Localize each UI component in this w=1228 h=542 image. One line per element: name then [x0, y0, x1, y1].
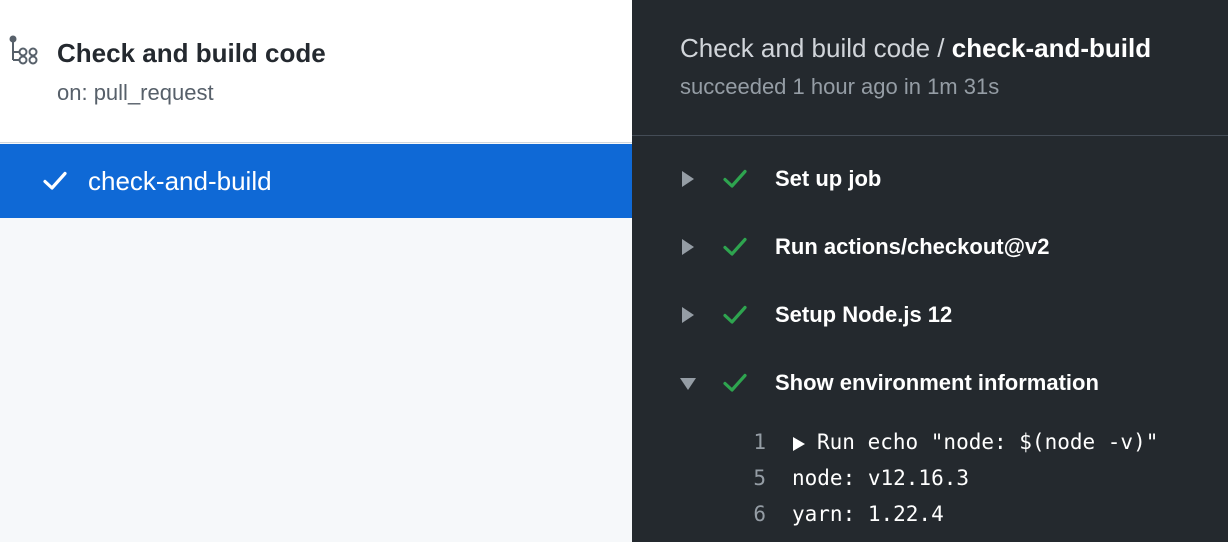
- log-line-text: yarn: 1.22.4: [792, 502, 944, 526]
- step-name: Run actions/checkout@v2: [775, 234, 1050, 259]
- job-log-panel: Check and build code / check-and-build s…: [632, 0, 1228, 542]
- log-line-text: Run echo "node: $(node -v)": [817, 430, 1159, 454]
- log-line: 5 node: v12.16.3: [632, 461, 1228, 497]
- log-line-number: 5: [753, 466, 766, 490]
- chevron-right-icon: [682, 307, 694, 323]
- expand-triangle-icon[interactable]: [792, 437, 806, 451]
- job-label: check-and-build: [88, 166, 272, 196]
- step-run-checkout[interactable]: Run actions/checkout@v2: [632, 224, 1228, 272]
- job-log-title: Check and build code / check-and-build: [680, 33, 1151, 64]
- chevron-right-icon: [682, 171, 694, 187]
- check-icon: [723, 373, 747, 392]
- log-line-number: 1: [753, 430, 766, 454]
- job-log-summary: succeeded 1 hour ago in 1m 31s: [680, 74, 1000, 99]
- job-log-separator: /: [930, 33, 952, 63]
- step-setup-node[interactable]: Setup Node.js 12: [632, 292, 1228, 340]
- step-name: Setup Node.js 12: [775, 302, 953, 327]
- check-icon: [723, 169, 747, 188]
- step-name: Show environment information: [775, 370, 1099, 395]
- job-log-workflow-name: Check and build code: [680, 33, 931, 63]
- job-log-job-name: check-and-build: [951, 33, 1152, 63]
- workflow-icon: [9, 35, 38, 65]
- chevron-right-icon: [682, 239, 694, 255]
- workflow-sidebar: Check and build code on: pull_request ch…: [0, 0, 632, 542]
- log-line-number: 6: [753, 502, 766, 526]
- workflow-trigger: on: pull_request: [57, 80, 214, 105]
- job-item-check-and-build[interactable]: check-and-build: [0, 144, 632, 218]
- chevron-down-icon: [680, 378, 696, 390]
- log-line: 6 yarn: 1.22.4: [632, 497, 1228, 533]
- log-line-text: node: v12.16.3: [792, 466, 970, 490]
- workflow-header: Check and build code on: pull_request: [0, 0, 632, 143]
- check-icon: [43, 171, 67, 190]
- job-log-header: Check and build code / check-and-build s…: [632, 0, 1228, 136]
- log-line[interactable]: 1 Run echo "node: $(node -v)": [632, 425, 1228, 461]
- step-name: Set up job: [775, 166, 882, 191]
- step-show-environment-information[interactable]: Show environment information: [632, 360, 1228, 408]
- check-icon: [723, 305, 747, 324]
- workflow-title: Check and build code: [57, 38, 326, 68]
- check-icon: [723, 237, 747, 256]
- step-set-up-job[interactable]: Set up job: [632, 156, 1228, 204]
